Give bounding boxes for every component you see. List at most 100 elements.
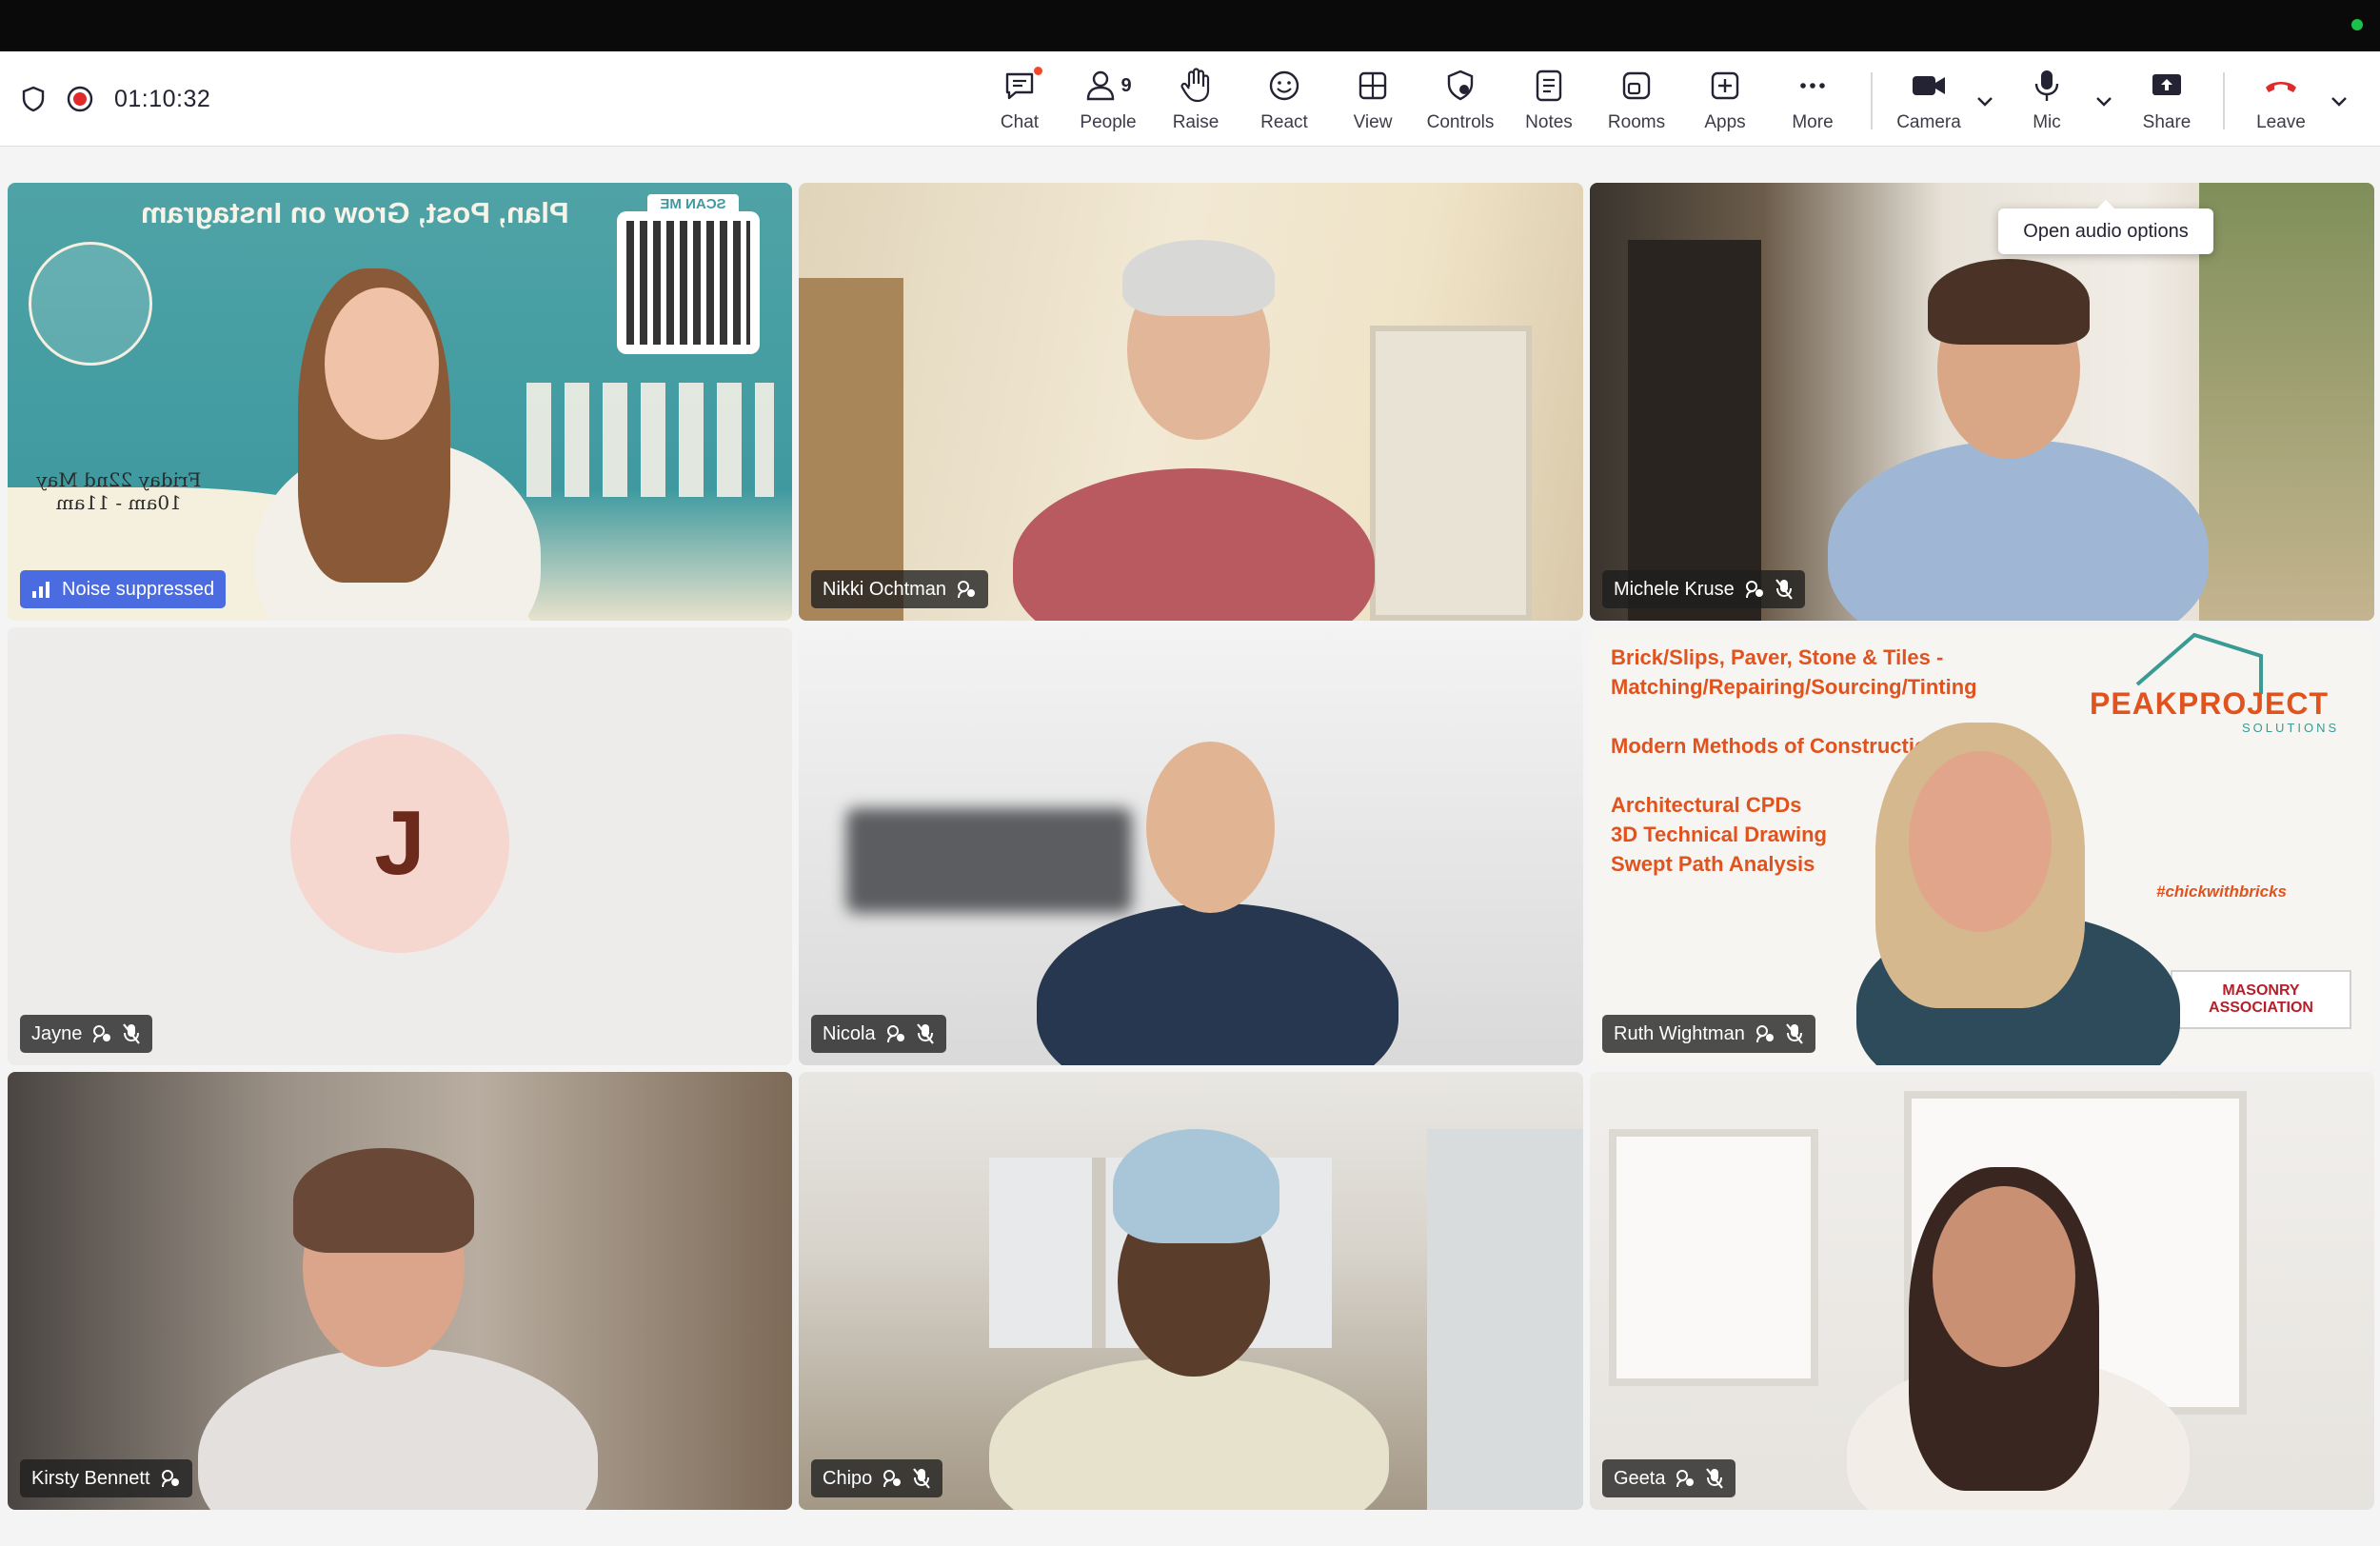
participant-body xyxy=(1037,903,1398,1065)
hand-icon xyxy=(1180,68,1210,103)
view-button[interactable]: View xyxy=(1329,65,1417,139)
toolbar-separator xyxy=(2223,72,2225,129)
peak-project-logo: PEAKPROJECT SOLUTIONS xyxy=(2080,627,2366,761)
chevron-down-icon xyxy=(1977,97,1993,107)
video-tile-nicola[interactable]: Nicola xyxy=(799,627,1583,1065)
mic-muted-icon xyxy=(123,1023,141,1044)
camera-options-chevron[interactable] xyxy=(1971,88,1999,116)
video-tile-presenter[interactable]: Plan, Post, Grow on Instagram SCAN ME Fr… xyxy=(8,183,792,621)
participant-nameplate: Michele Kruse xyxy=(1602,570,1805,608)
chevron-down-icon xyxy=(2096,97,2112,107)
camera-icon xyxy=(1913,76,1945,95)
camera-button[interactable]: Camera xyxy=(1883,65,1974,139)
noise-suppression-icon xyxy=(958,581,976,599)
controls-button[interactable]: Controls xyxy=(1417,65,1504,139)
video-tile-geeta[interactable]: Geeta xyxy=(1590,1072,2374,1510)
mic-muted-icon xyxy=(1775,579,1793,600)
background-object xyxy=(846,808,1132,913)
brand-logo xyxy=(29,242,152,366)
participant-hair xyxy=(1122,240,1275,316)
shield-icon[interactable] xyxy=(21,86,46,112)
noise-suppression-icon xyxy=(883,1470,902,1488)
noise-suppression-icon xyxy=(93,1025,111,1043)
rooms-button[interactable]: Rooms xyxy=(1593,65,1680,139)
ellipsis-icon xyxy=(1800,83,1825,89)
leave-options-chevron[interactable] xyxy=(2325,88,2353,116)
mic-muted-icon xyxy=(916,1023,934,1044)
mic-icon xyxy=(2034,70,2059,101)
video-tile-ruth-wightman[interactable]: Brick/Slips, Paver, Stone & Tiles - Matc… xyxy=(1590,627,2374,1065)
notes-button[interactable]: Notes xyxy=(1505,65,1593,139)
video-tile-kirsty-bennett[interactable]: Kirsty Bennett xyxy=(8,1072,792,1510)
participant-nameplate: Kirsty Bennett xyxy=(20,1459,192,1497)
bookshelf xyxy=(1628,240,1761,621)
participant-face xyxy=(325,287,439,440)
participant-nameplate: Ruth Wightman xyxy=(1602,1015,1815,1053)
smiley-icon xyxy=(1269,70,1299,101)
more-button[interactable]: More xyxy=(1769,65,1856,139)
audio-options-tooltip: Open audio options xyxy=(1998,200,2213,254)
chevron-down-icon xyxy=(2331,97,2347,107)
share-button[interactable]: Share xyxy=(2123,65,2211,139)
video-tile-jayne[interactable]: J Jayne xyxy=(8,627,792,1065)
participant-hair xyxy=(1928,259,2090,345)
camera-active-indicator xyxy=(2351,19,2363,30)
participant-headwrap xyxy=(1113,1129,1279,1243)
participant-nameplate: Chipo xyxy=(811,1459,943,1497)
hashtag: #chickwithbricks xyxy=(2156,882,2288,901)
grid-icon xyxy=(1359,71,1387,100)
unread-dot xyxy=(1034,67,1042,75)
video-tile-nikki-ochtman[interactable]: Nikki Ochtman xyxy=(799,183,1583,621)
chat-icon xyxy=(1005,72,1034,100)
controls-icon xyxy=(1447,69,1474,101)
masonry-association-badge: MASONRY ASSOCIATION xyxy=(2171,970,2351,1029)
participant-nameplate: Jayne xyxy=(20,1015,153,1053)
share-icon xyxy=(2152,74,2181,95)
noise-suppression-icon xyxy=(1755,1025,1774,1043)
recording-icon[interactable] xyxy=(67,86,93,112)
meeting-info: 01:10:32 xyxy=(21,51,210,147)
mic-button[interactable]: Mic xyxy=(2003,65,2091,139)
people-button[interactable]: 9 People xyxy=(1064,65,1152,139)
mic-muted-icon xyxy=(913,1468,931,1489)
audio-options-chevron[interactable] xyxy=(2090,88,2118,116)
participant-nameplate: Nikki Ochtman xyxy=(811,570,989,608)
noise-suppression-icon xyxy=(886,1025,904,1043)
framed-stamp-left xyxy=(1609,1129,1818,1386)
participant-body xyxy=(198,1348,598,1510)
plant xyxy=(2199,183,2374,621)
participant-face xyxy=(1146,742,1275,913)
toolbar-separator xyxy=(1871,72,1873,129)
notes-icon xyxy=(1536,69,1562,102)
participant-body xyxy=(1013,468,1375,621)
system-top-bar xyxy=(0,0,2380,51)
qr-code xyxy=(617,211,760,354)
participant-body xyxy=(989,1358,1389,1510)
participant-face xyxy=(1933,1186,2075,1367)
signal-bars-icon xyxy=(32,582,50,598)
banner-social-text xyxy=(526,383,774,497)
video-tile-michele-kruse[interactable]: Michele Kruse xyxy=(1590,183,2374,621)
noise-suppression-icon xyxy=(161,1470,179,1488)
people-count: 9 xyxy=(1121,74,1132,96)
meeting-timer: 01:10:32 xyxy=(114,85,211,112)
noise-suppression-icon xyxy=(1676,1470,1695,1488)
leave-button[interactable]: Leave xyxy=(2237,65,2325,139)
banner-date: Friday 22nd May 10am - 11am xyxy=(36,468,202,514)
video-tile-chipo[interactable]: Chipo xyxy=(799,1072,1583,1510)
window-wall xyxy=(1427,1129,1583,1510)
shelf xyxy=(799,278,903,621)
people-icon xyxy=(1087,70,1115,101)
raise-button[interactable]: Raise xyxy=(1152,65,1240,139)
apps-button[interactable]: Apps xyxy=(1681,65,1769,139)
plus-icon xyxy=(1711,71,1739,100)
mic-muted-icon xyxy=(1706,1468,1724,1489)
react-button[interactable]: React xyxy=(1240,65,1328,139)
participant-nameplate: Nicola xyxy=(811,1015,946,1053)
doorway xyxy=(1370,326,1532,621)
noise-suppression-icon xyxy=(1745,581,1763,599)
banner-title: Plan, Post, Grow on Instagram xyxy=(141,196,569,229)
chat-button[interactable]: Chat xyxy=(976,65,1063,139)
rooms-icon xyxy=(1622,71,1651,100)
participant-nameplate: Geeta xyxy=(1602,1459,1736,1497)
